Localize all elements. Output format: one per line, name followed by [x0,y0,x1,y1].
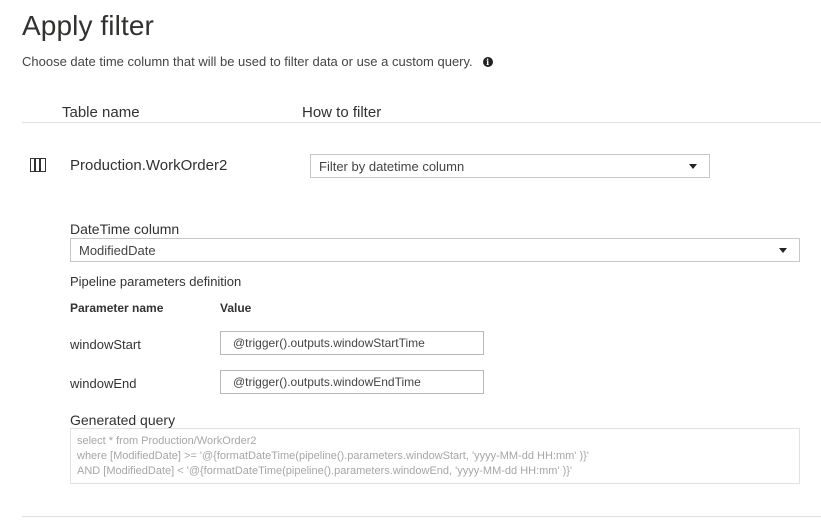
param-value-window-start-input[interactable]: @trigger().outputs.windowStartTime [220,331,484,355]
generated-query-label: Generated query [70,412,176,428]
param-value-header: Value [220,301,252,315]
datetime-column-label: DateTime column [70,221,180,237]
page-title: Apply filter [22,10,154,41]
query-line: select * from Production/WorkOrder2 [77,435,257,447]
column-header-how-to-filter: How to filter [302,104,382,121]
param-name-header: Parameter name [70,301,164,315]
table-icon [30,158,46,172]
chevron-down-icon [689,164,697,169]
param-value-window-end-input[interactable]: @trigger().outputs.windowEndTime [220,370,484,394]
param-name-window-start: windowStart [70,337,141,352]
param-value-window-start: @trigger().outputs.windowStartTime [233,336,425,350]
datetime-column-dropdown[interactable]: ModifiedDate [70,238,800,262]
query-line: AND [ModifiedDate] < '@{formatDateTime(p… [77,465,573,477]
datetime-column-value: ModifiedDate [79,242,156,258]
chevron-down-icon [779,248,787,253]
page-subtitle: Choose date time column that will be use… [22,54,473,69]
divider [22,516,821,517]
info-icon[interactable]: i [482,56,493,67]
subtitle-row: Choose date time column that will be use… [22,54,493,69]
query-line: where [ModifiedDate] >= '@{formatDateTim… [77,450,589,462]
generated-query-box[interactable]: select * from Production/WorkOrder2 wher… [70,428,800,484]
param-value-window-end: @trigger().outputs.windowEndTime [233,375,421,389]
param-name-window-end: windowEnd [70,376,137,391]
filter-mode-value: Filter by datetime column [319,158,465,174]
column-headers: Table name How to filter [22,100,821,123]
filter-mode-dropdown[interactable]: Filter by datetime column [310,154,710,178]
column-header-table-name: Table name [62,104,140,121]
pipeline-params-label: Pipeline parameters definition [70,274,242,289]
table-name: Production.WorkOrder2 [70,157,228,174]
